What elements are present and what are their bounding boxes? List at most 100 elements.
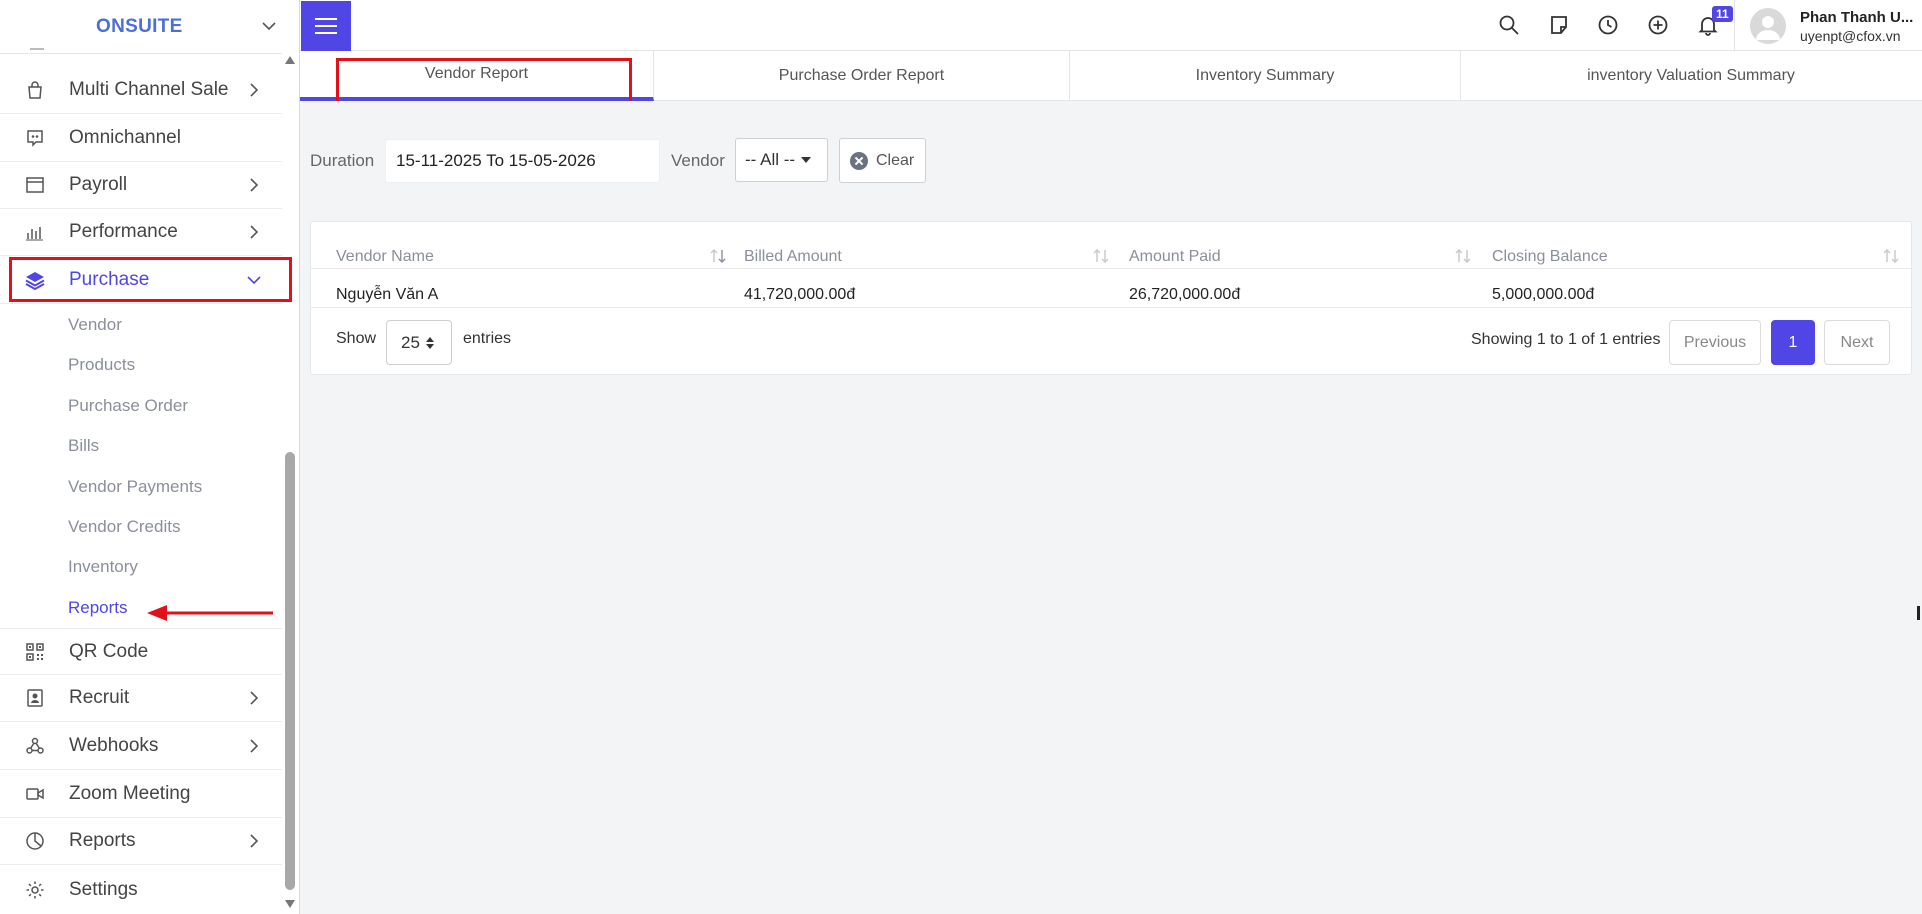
sidebar-item-zoom-meeting[interactable]: Zoom Meeting bbox=[0, 771, 282, 818]
tab-label: Inventory Summary bbox=[1195, 67, 1335, 84]
clear-button[interactable]: Clear bbox=[839, 138, 926, 183]
sidebar-subitem-vendor[interactable]: Vendor bbox=[68, 315, 122, 335]
vendor-report-table-card: Vendor Name Billed Amount Amount Paid Cl… bbox=[310, 221, 1912, 375]
chevron-right-icon bbox=[250, 225, 259, 239]
caret-down-icon bbox=[801, 157, 812, 163]
user-email: uyenpt@cfox.vn bbox=[1800, 28, 1901, 44]
hamburger-menu-button[interactable] bbox=[301, 1, 351, 51]
tab-label: inventory Valuation Summary bbox=[1587, 67, 1795, 84]
sidebar-subitem-purchase-order[interactable]: Purchase Order bbox=[68, 396, 188, 416]
sidebar-item-performance[interactable]: Performance bbox=[0, 209, 282, 256]
sidebar-item-multi-channel-sale[interactable]: Multi Channel Sale bbox=[0, 67, 282, 114]
sidebar-item-label: Multi Channel Sale bbox=[69, 79, 229, 100]
user-name[interactable]: Phan Thanh U... bbox=[1800, 9, 1913, 26]
column-header-billed-amount[interactable]: Billed Amount bbox=[744, 248, 842, 266]
chevron-right-icon bbox=[250, 178, 259, 192]
tab-purchase-order-report[interactable]: Purchase Order Report bbox=[654, 51, 1070, 101]
close-circle-icon bbox=[850, 151, 868, 170]
sort-icon[interactable] bbox=[1092, 247, 1110, 265]
sort-icon[interactable] bbox=[1454, 247, 1472, 265]
sidebar-item-label: Payroll bbox=[69, 174, 128, 195]
chevron-down-icon[interactable] bbox=[260, 17, 278, 35]
scroll-down-arrow[interactable] bbox=[285, 900, 295, 908]
sidebar-item-label: Zoom Meeting bbox=[69, 783, 191, 804]
entries-label: entries bbox=[463, 330, 512, 347]
sidebar-subitem-vendor-payments[interactable]: Vendor Payments bbox=[68, 477, 202, 497]
video-camera-icon bbox=[24, 783, 46, 805]
sort-icon[interactable] bbox=[709, 247, 727, 265]
divider bbox=[1734, 0, 1735, 51]
page-number: 1 bbox=[1788, 333, 1798, 351]
page-button-1[interactable]: 1 bbox=[1771, 320, 1815, 365]
sidebar-item-label: Settings bbox=[69, 878, 138, 900]
sidebar-subitem-bills[interactable]: Bills bbox=[68, 436, 99, 456]
chat-quote-icon bbox=[24, 127, 46, 149]
sidebar-item-qr-code[interactable]: QR Code bbox=[0, 628, 282, 675]
previous-button[interactable]: Previous bbox=[1669, 320, 1761, 365]
avatar[interactable] bbox=[1750, 8, 1786, 44]
brand-name: ONSUITE bbox=[96, 16, 183, 37]
sidebar-subitem-vendor-credits[interactable]: Vendor Credits bbox=[68, 517, 180, 537]
sidebar-item-label: Performance bbox=[69, 221, 178, 242]
id-badge-icon bbox=[24, 687, 46, 709]
bar-chart-icon bbox=[24, 221, 46, 243]
cell-amount-paid: 26,720,000.00đ bbox=[1129, 286, 1241, 303]
vendor-select[interactable]: -- All -- bbox=[735, 138, 828, 182]
cell-closing-balance: 5,000,000.00đ bbox=[1492, 286, 1595, 303]
gear-icon bbox=[24, 879, 46, 901]
chevron-right-icon bbox=[250, 691, 259, 705]
sidebar-item-recruit[interactable]: Recruit bbox=[0, 675, 282, 722]
divider bbox=[311, 268, 1911, 269]
sidebar-item-label: Recruit bbox=[69, 687, 130, 708]
column-header-amount-paid[interactable]: Amount Paid bbox=[1129, 248, 1221, 266]
plus-circle-icon[interactable] bbox=[1647, 14, 1669, 36]
top-bar: 11 Phan Thanh U... uyenpt@cfox.vn bbox=[300, 0, 1922, 51]
sticky-note-icon[interactable] bbox=[1548, 14, 1570, 36]
sidebar-subitem-reports[interactable]: Reports bbox=[68, 598, 128, 618]
search-icon[interactable] bbox=[1498, 14, 1520, 36]
browser-window-icon bbox=[24, 174, 46, 196]
sidebar-subitem-products[interactable]: Products bbox=[68, 355, 135, 375]
sidebar-item-label: Reports bbox=[69, 830, 136, 851]
divider bbox=[311, 307, 1911, 308]
duration-label: Duration bbox=[310, 151, 375, 170]
pagination-info: Showing 1 to 1 of 1 entries bbox=[1471, 331, 1661, 348]
sidebar-item-omnichannel[interactable]: Omnichannel bbox=[0, 115, 282, 162]
tab-inventory-valuation-summary[interactable]: inventory Valuation Summary bbox=[1461, 51, 1921, 101]
duration-field[interactable] bbox=[385, 139, 660, 183]
sort-arrows-icon bbox=[425, 336, 434, 349]
page-size-value: 25 bbox=[401, 332, 420, 352]
brand-header[interactable]: ONSUITE bbox=[0, 0, 282, 54]
annotation-arrow-icon bbox=[147, 605, 273, 621]
sidebar-subitem-inventory[interactable]: Inventory bbox=[68, 557, 138, 577]
shopping-bag-icon bbox=[24, 79, 46, 101]
sidebar: ONSUITE Multi Channel Sale Omnichannel P… bbox=[0, 0, 300, 914]
tab-inventory-summary[interactable]: Inventory Summary bbox=[1070, 51, 1461, 101]
sidebar-item-label: Webhooks bbox=[69, 735, 159, 756]
notification-badge: 11 bbox=[1712, 6, 1733, 22]
qr-code-icon bbox=[24, 641, 46, 663]
sort-icon[interactable] bbox=[1882, 247, 1900, 265]
sidebar-item-payroll[interactable]: Payroll bbox=[0, 162, 282, 209]
tab-label: Purchase Order Report bbox=[778, 67, 945, 84]
clock-icon[interactable] bbox=[1597, 14, 1619, 36]
page-size-select[interactable]: 25 bbox=[386, 320, 452, 365]
sidebar-item-webhooks[interactable]: Webhooks bbox=[0, 723, 282, 770]
text-cursor-icon bbox=[1917, 606, 1920, 620]
pie-chart-icon bbox=[24, 830, 46, 852]
chevron-right-icon bbox=[250, 834, 259, 848]
chevron-right-icon bbox=[250, 739, 259, 753]
scroll-fade-indicator bbox=[30, 48, 44, 50]
show-label: Show bbox=[336, 330, 377, 347]
cell-vendor-name: Nguyễn Văn A bbox=[336, 286, 439, 303]
sidebar-scrollbar-thumb[interactable] bbox=[285, 452, 295, 890]
scroll-up-arrow[interactable] bbox=[285, 56, 295, 64]
sidebar-item-settings[interactable]: Settings bbox=[0, 866, 282, 913]
sidebar-item-label: Omnichannel bbox=[69, 127, 181, 148]
column-header-closing-balance[interactable]: Closing Balance bbox=[1492, 248, 1608, 266]
column-header-vendor-name[interactable]: Vendor Name bbox=[336, 248, 434, 266]
next-button[interactable]: Next bbox=[1824, 320, 1890, 365]
webhook-icon bbox=[24, 735, 46, 757]
sidebar-item-reports[interactable]: Reports bbox=[0, 818, 282, 865]
cell-billed-amount: 41,720,000.00đ bbox=[744, 286, 856, 303]
